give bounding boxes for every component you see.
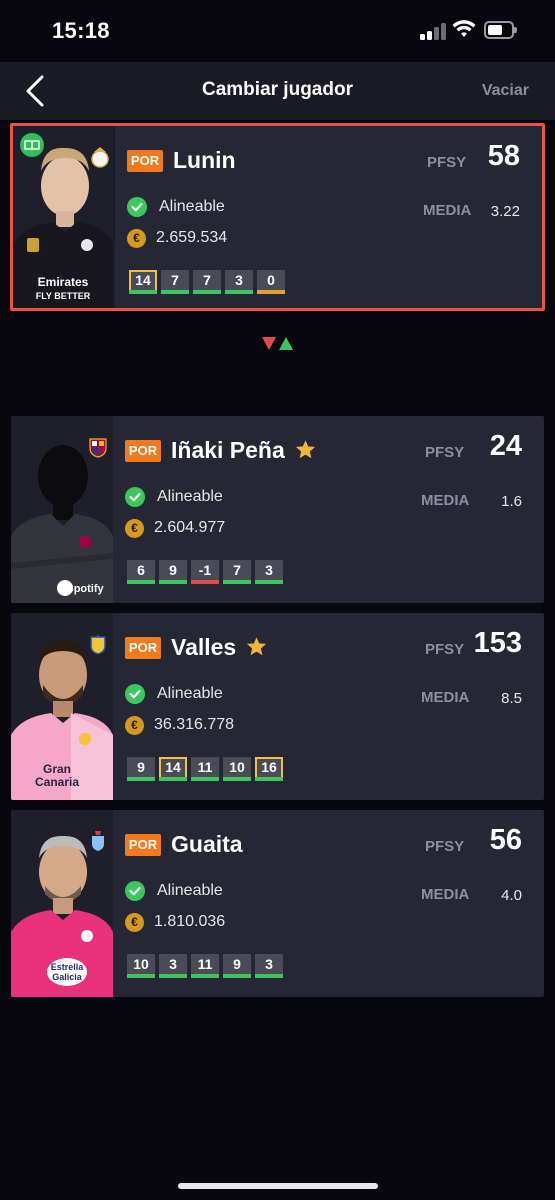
position-badge: POR [127, 150, 163, 172]
svg-text:Spotify: Spotify [66, 583, 104, 595]
check-icon [125, 881, 145, 901]
player-name: Guaita [171, 831, 243, 857]
player-photo: Gran Canaria [11, 613, 113, 800]
player-photo: Estrella Galicia [11, 810, 113, 997]
player-photo: Spotify [11, 416, 113, 603]
media-label: MEDIA [421, 492, 470, 509]
battery-icon [484, 21, 517, 39]
celta-badge-icon [92, 831, 104, 851]
score-chip: 9 [223, 954, 251, 978]
player-price: 36.316.778 [154, 716, 235, 733]
availability-status: Alineable [157, 685, 223, 702]
score-chip: 10 [223, 757, 251, 781]
score-chip: 0 [257, 270, 285, 294]
score-chip: 7 [161, 270, 189, 294]
pfsy-value: 56 [489, 824, 522, 856]
score-chip: -1 [191, 560, 219, 584]
player-price: 2.604.977 [154, 519, 226, 536]
favorite-star-icon[interactable] [246, 636, 267, 656]
player-name-text: Iñaki Peña [171, 437, 285, 463]
coin-icon: € [127, 229, 146, 248]
pfsy-label: PFSY [425, 444, 465, 461]
check-icon [125, 684, 145, 704]
fc-barcelona-badge-icon [89, 438, 107, 458]
score-chip: 10 [127, 954, 155, 978]
availability-status: Alineable [157, 882, 223, 899]
recent-scores: 6 9 -1 7 3 [127, 560, 283, 584]
player-card[interactable]: Gran Canaria POR Valles PFSY 153 Alineab… [11, 613, 544, 800]
field-icon [20, 133, 44, 157]
score-chip: 14 [159, 757, 187, 781]
player-photo: Emirates FLY BETTER [13, 126, 115, 308]
media-label: MEDIA [421, 886, 470, 903]
score-chip: 9 [159, 560, 187, 584]
media-label: MEDIA [423, 202, 472, 219]
media-value: 4.0 [501, 887, 522, 904]
pfsy-label: PFSY [425, 838, 465, 855]
svg-text:Gran: Gran [43, 762, 71, 776]
pfsy-value: 58 [487, 140, 520, 172]
position-badge: POR [125, 637, 161, 659]
coin-icon: € [125, 519, 144, 538]
position-badge: POR [125, 834, 161, 856]
score-chip: 16 [255, 757, 283, 781]
player-name-text: Valles [171, 634, 237, 660]
score-chip: 9 [127, 757, 155, 781]
player-name: Lunin [173, 147, 236, 173]
player-price: 2.659.534 [156, 229, 228, 246]
check-icon [127, 197, 147, 217]
player-card[interactable]: Estrella Galicia POR Guaita PFSY 56 Alin… [11, 810, 544, 997]
score-chip: 14 [129, 270, 157, 294]
recent-scores: 10 3 11 9 3 [127, 954, 283, 978]
svg-text:Canaria: Canaria [35, 775, 79, 789]
nav-bar: Cambiar jugador Vaciar [0, 62, 555, 120]
score-chip: 11 [191, 757, 219, 781]
score-chip: 3 [159, 954, 187, 978]
player-card[interactable]: Spotify POR Iñaki Peña PFSY 24 Alineable… [11, 416, 544, 603]
availability-status: Alineable [159, 198, 225, 215]
coin-icon: € [125, 716, 144, 735]
page-title: Cambiar jugador [202, 79, 353, 100]
las-palmas-badge-icon [90, 634, 106, 655]
player-name: Iñaki Peña [171, 437, 316, 464]
home-indicator [178, 1183, 378, 1189]
pfsy-label: PFSY [425, 641, 465, 658]
status-bar: 15:18 [0, 0, 555, 62]
media-value: 3.22 [490, 203, 520, 220]
svg-text:Estrella: Estrella [51, 962, 85, 972]
position-badge: POR [125, 440, 161, 462]
check-icon [125, 487, 145, 507]
score-chip: 3 [255, 954, 283, 978]
wifi-icon [452, 20, 476, 37]
status-time: 15:18 [52, 18, 110, 43]
player-name: Valles [171, 634, 267, 661]
media-value: 8.5 [501, 690, 522, 707]
favorite-star-icon[interactable] [295, 439, 316, 459]
pfsy-label: PFSY [427, 154, 467, 171]
media-value: 1.6 [501, 493, 522, 510]
selected-player-card[interactable]: Emirates FLY BETTER POR Lunin PFSY 58 Al… [10, 123, 545, 311]
score-chip: 3 [255, 560, 283, 584]
media-label: MEDIA [421, 689, 470, 706]
availability-status: Alineable [157, 488, 223, 505]
coin-icon: € [125, 913, 144, 932]
recent-scores: 9 14 11 10 16 [127, 757, 283, 781]
clear-button[interactable]: Vaciar [482, 82, 529, 100]
svg-text:FLY BETTER: FLY BETTER [36, 291, 91, 301]
recent-scores: 14 7 7 3 0 [129, 270, 285, 294]
score-chip: 3 [225, 270, 253, 294]
svg-text:Emirates: Emirates [38, 275, 89, 289]
player-price: 1.810.036 [154, 913, 226, 930]
real-madrid-badge-icon [91, 147, 109, 168]
pfsy-value: 153 [473, 627, 522, 659]
svg-text:Galicia: Galicia [52, 972, 83, 982]
score-chip: 7 [193, 270, 221, 294]
pfsy-value: 24 [489, 430, 522, 462]
score-chip: 11 [191, 954, 219, 978]
score-chip: 7 [223, 560, 251, 584]
swap-arrows-icon[interactable] [262, 336, 294, 352]
cellular-signal-icon [420, 22, 446, 40]
score-chip: 6 [127, 560, 155, 584]
